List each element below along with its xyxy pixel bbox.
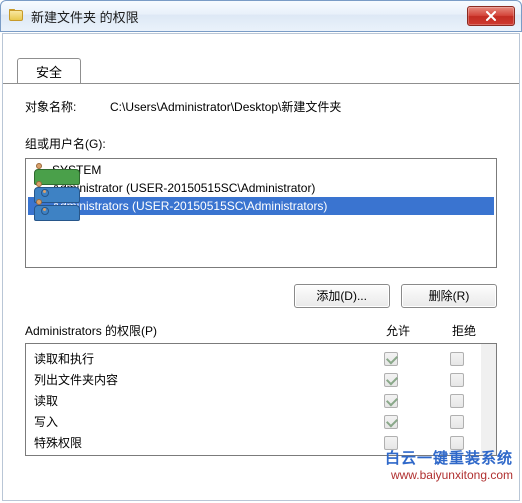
permissions-list[interactable]: 读取和执行列出文件夹内容读取写入特殊权限 — [25, 343, 497, 456]
permissions-col-deny: 拒绝 — [431, 322, 497, 339]
permission-label: 写入 — [34, 413, 358, 430]
list-item[interactable]: Administrators (USER-20150515SC\Administ… — [28, 197, 494, 215]
watermark-url: www.baiyunxitong.com — [385, 468, 513, 482]
list-item[interactable]: SYSTEM — [28, 161, 494, 179]
group-users-label: 组或用户名(G): — [25, 135, 497, 152]
tab-strip: 安全 — [3, 42, 519, 84]
permission-deny-cell — [424, 394, 490, 408]
permission-label: 读取 — [34, 392, 358, 409]
deny-checkbox[interactable] — [450, 415, 464, 429]
folder-icon — [9, 9, 25, 23]
permission-deny-cell — [424, 415, 490, 429]
permission-deny-cell — [424, 352, 490, 366]
users-icon — [32, 198, 48, 214]
permission-row: 列出文件夹内容 — [34, 369, 490, 390]
permission-allow-cell — [358, 373, 424, 387]
permission-deny-cell — [424, 373, 490, 387]
allow-checkbox[interactable] — [384, 394, 398, 408]
permissions-title: Administrators 的权限(P) — [25, 322, 365, 339]
allow-checkbox[interactable] — [384, 415, 398, 429]
object-name-label: 对象名称: — [25, 98, 110, 115]
permission-allow-cell — [358, 415, 424, 429]
window-title: 新建文件夹 的权限 — [31, 7, 467, 26]
permission-allow-cell — [358, 352, 424, 366]
permission-deny-cell — [424, 436, 490, 450]
close-button[interactable] — [467, 6, 515, 26]
group-users-list[interactable]: SYSTEM Administrator (USER-20150515SC\Adm… — [25, 158, 497, 268]
deny-checkbox[interactable] — [450, 352, 464, 366]
permission-label: 特殊权限 — [34, 434, 358, 451]
close-icon — [485, 11, 497, 21]
permission-row: 读取和执行 — [34, 348, 490, 369]
title-bar: 新建文件夹 的权限 — [0, 0, 522, 32]
permission-row: 写入 — [34, 411, 490, 432]
list-item-label: Administrators (USER-20150515SC\Administ… — [52, 199, 327, 213]
permission-label: 读取和执行 — [34, 350, 358, 367]
allow-checkbox[interactable] — [384, 352, 398, 366]
allow-checkbox[interactable] — [384, 436, 398, 450]
permissions-header: Administrators 的权限(P) 允许 拒绝 — [25, 322, 497, 339]
remove-button[interactable]: 删除(R) — [401, 284, 497, 308]
list-item[interactable]: Administrator (USER-20150515SC\Administr… — [28, 179, 494, 197]
permissions-col-allow: 允许 — [365, 322, 431, 339]
object-name-row: 对象名称: C:\Users\Administrator\Desktop\新建文… — [25, 98, 497, 115]
deny-checkbox[interactable] — [450, 373, 464, 387]
system-user-icon — [32, 162, 48, 178]
permission-label: 列出文件夹内容 — [34, 371, 358, 388]
allow-checkbox[interactable] — [384, 373, 398, 387]
users-icon — [32, 180, 48, 196]
permission-allow-cell — [358, 394, 424, 408]
tab-security[interactable]: 安全 — [17, 58, 81, 84]
permission-allow-cell — [358, 436, 424, 450]
add-button[interactable]: 添加(D)... — [294, 284, 390, 308]
list-item-label: Administrator (USER-20150515SC\Administr… — [52, 181, 315, 195]
deny-checkbox[interactable] — [450, 436, 464, 450]
permission-row: 特殊权限 — [34, 432, 490, 453]
tab-label: 安全 — [36, 62, 62, 81]
button-row: 添加(D)... 删除(R) — [25, 284, 497, 308]
dialog-body: 安全 对象名称: C:\Users\Administrator\Desktop\… — [2, 33, 520, 501]
permission-row: 读取 — [34, 390, 490, 411]
object-name-path: C:\Users\Administrator\Desktop\新建文件夹 — [110, 98, 497, 115]
deny-checkbox[interactable] — [450, 394, 464, 408]
